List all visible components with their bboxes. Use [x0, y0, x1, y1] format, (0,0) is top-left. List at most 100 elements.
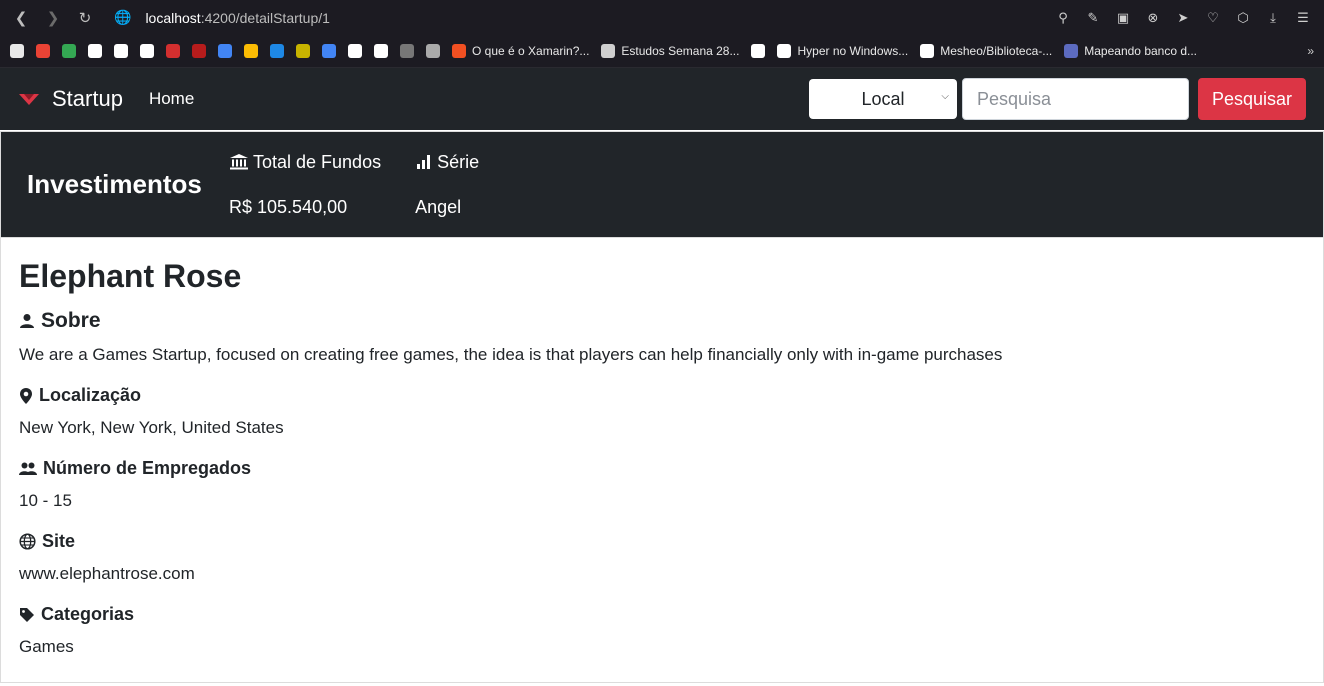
bookmark-item[interactable]: [296, 44, 310, 58]
bookmark-item[interactable]: O que é o Xamarin?...: [452, 44, 589, 58]
search-input[interactable]: [961, 78, 1189, 120]
bookmark-item[interactable]: [322, 44, 336, 58]
bank-icon: [230, 154, 248, 170]
bookmark-item[interactable]: [270, 44, 284, 58]
about-heading: Sobre: [19, 309, 1305, 333]
logo-icon: [19, 94, 39, 105]
funds-label: Total de Fundos: [253, 151, 382, 172]
location-value: New York, New York, United States: [19, 418, 284, 437]
bookmark-item[interactable]: [426, 44, 440, 58]
bookmark-icon: [114, 44, 128, 58]
chevron-down-icon: ⌵: [941, 91, 949, 102]
zoom-icon[interactable]: ⚲: [1050, 5, 1076, 31]
categories-heading: Categorias: [19, 604, 1305, 625]
location-select[interactable]: Local ⌵: [808, 79, 957, 119]
series-label: Série: [437, 151, 480, 172]
employees-value: 10 - 15: [19, 491, 72, 510]
bookmark-item[interactable]: [218, 44, 232, 58]
address-bar[interactable]: 🌐 localhost:4200/detailStartup/1: [114, 9, 1050, 26]
bookmark-item[interactable]: [36, 44, 50, 58]
bookmark-item[interactable]: Mesheo/Biblioteca-...: [920, 44, 1052, 58]
bookmark-icon: [166, 44, 180, 58]
bookmark-item[interactable]: [166, 44, 180, 58]
menu-icon[interactable]: ☰: [1290, 5, 1316, 31]
search-area: Local ⌵ Pesquisar: [808, 78, 1306, 120]
bookmark-icon: [270, 44, 284, 58]
series-block: Série Angel: [415, 152, 479, 218]
bookmark-item[interactable]: [114, 44, 128, 58]
employees-heading: Número de Empregados: [19, 458, 1305, 479]
bookmark-icon: [10, 44, 24, 58]
investments-panel: Investimentos Total de Fundos R$ 105.540…: [0, 131, 1324, 238]
bookmarks-bar: O que é o Xamarin?... Estudos Semana 28..…: [0, 35, 1324, 68]
back-icon[interactable]: ❮: [8, 5, 34, 31]
bookmark-icon: [140, 44, 154, 58]
bookmark-item[interactable]: [374, 44, 388, 58]
site-value[interactable]: www.elephantrose.com: [19, 564, 1305, 584]
categories-value: Games: [19, 637, 74, 656]
tag-icon: [20, 607, 34, 622]
download-icon[interactable]: ⤓: [1260, 5, 1286, 31]
search-button[interactable]: Pesquisar: [1197, 78, 1306, 120]
brand[interactable]: Startup: [18, 86, 123, 112]
page-title: Elephant Rose: [19, 258, 242, 294]
bookmark-icon: [244, 44, 258, 58]
bookmark-item[interactable]: Hyper no Windows...: [777, 44, 908, 58]
camera-icon[interactable]: ▣: [1110, 5, 1136, 31]
globe-icon: 🌐: [114, 9, 132, 25]
bookmark-icon: [192, 44, 206, 58]
bookmark-item[interactable]: Estudos Semana 28...: [601, 44, 739, 58]
bookmark-item[interactable]: [140, 44, 154, 58]
employees-label: Número de Empregados: [43, 458, 252, 478]
bookmark-icon: [400, 44, 414, 58]
bookmark-label: Hyper no Windows...: [797, 44, 909, 58]
nav-home[interactable]: Home: [149, 89, 194, 109]
bookmark-item[interactable]: [10, 44, 24, 58]
bookmark-icon: [296, 44, 310, 58]
cube-icon[interactable]: ⬡: [1230, 5, 1256, 31]
about-label: Sobre: [41, 309, 101, 332]
browser-toolbar: ❮ ❯ ↻ 🌐 localhost:4200/detailStartup/1 ⚲…: [0, 0, 1324, 35]
bookmark-label: Mapeando banco d...: [1084, 44, 1198, 58]
app-navbar: Startup Home Local ⌵ Pesquisar: [0, 68, 1324, 130]
bar-signal-icon: [417, 155, 431, 169]
url-path: :4200/detailStartup/1: [200, 9, 330, 26]
bookmark-icon: [218, 44, 232, 58]
categories-label: Categorias: [41, 604, 135, 624]
bookmark-item[interactable]: [88, 44, 102, 58]
bookmark-icon: [751, 44, 766, 58]
site-heading: Site: [19, 531, 1305, 552]
bookmark-item[interactable]: [751, 44, 766, 58]
site-label: Site: [42, 531, 76, 551]
bookmark-item[interactable]: [62, 44, 76, 58]
location-select-value: Local: [861, 88, 905, 109]
bookmark-icon: [452, 44, 466, 58]
bookmark-item[interactable]: [348, 44, 362, 58]
location-heading: Localização: [19, 385, 1305, 406]
bookmark-item[interactable]: [400, 44, 414, 58]
send-icon[interactable]: ➤: [1170, 5, 1196, 31]
heart-icon[interactable]: ♡: [1200, 5, 1226, 31]
reload-icon[interactable]: ↻: [72, 5, 98, 31]
bookmark-icon: [601, 44, 616, 58]
people-icon: [19, 462, 37, 475]
funds-value: R$ 105.540,00: [229, 196, 348, 217]
edit-icon[interactable]: ✎: [1080, 5, 1106, 31]
globe-icon: [19, 533, 36, 550]
bookmark-icon: [348, 44, 362, 58]
forward-icon[interactable]: ❯: [40, 5, 66, 31]
bookmark-item[interactable]: [192, 44, 206, 58]
more-bookmarks-icon[interactable]: »: [1307, 44, 1314, 58]
bookmark-icon: [1064, 44, 1079, 58]
bookmark-icon: [426, 44, 440, 58]
block-icon[interactable]: ⊗: [1140, 5, 1166, 31]
about-text: We are a Games Startup, focused on creat…: [19, 345, 1003, 364]
bookmark-item[interactable]: [244, 44, 258, 58]
url-host: localhost: [145, 9, 201, 26]
bookmark-icon: [62, 44, 76, 58]
map-pin-icon: [20, 387, 32, 404]
bookmark-item[interactable]: Mapeando banco d...: [1064, 44, 1197, 58]
bookmark-icon: [777, 44, 792, 58]
location-label: Localização: [39, 385, 142, 405]
bookmark-icon: [374, 44, 388, 58]
